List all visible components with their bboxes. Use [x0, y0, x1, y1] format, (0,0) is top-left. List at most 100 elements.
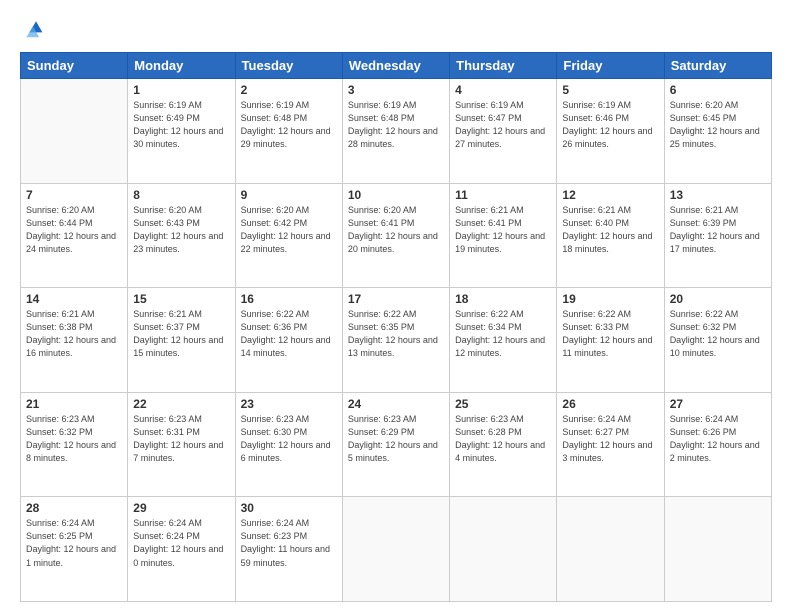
day-info: Sunrise: 6:23 AMSunset: 6:29 PMDaylight:… — [348, 413, 444, 465]
calendar-cell: 11Sunrise: 6:21 AMSunset: 6:41 PMDayligh… — [450, 183, 557, 288]
day-number: 11 — [455, 188, 551, 202]
day-info: Sunrise: 6:22 AMSunset: 6:35 PMDaylight:… — [348, 308, 444, 360]
day-info: Sunrise: 6:20 AMSunset: 6:43 PMDaylight:… — [133, 204, 229, 256]
day-number: 20 — [670, 292, 766, 306]
calendar-week-row: 14Sunrise: 6:21 AMSunset: 6:38 PMDayligh… — [21, 288, 772, 393]
calendar-cell: 15 Sunrise: 6:21 AMSunset: 6:37 PMDayligh… — [128, 288, 235, 393]
calendar-cell: 25 Sunrise: 6:23 AMSunset: 6:28 PMDayligh… — [450, 392, 557, 497]
calendar-cell: 24 Sunrise: 6:23 AMSunset: 6:29 PMDayligh… — [342, 392, 449, 497]
day-number: 7 — [26, 188, 122, 202]
calendar-cell: 29 Sunrise: 6:24 AMSunset: 6:24 PMDayligh… — [128, 497, 235, 602]
day-info: Sunrise: 6:20 AMSunset: 6:45 PMDaylight:… — [670, 99, 766, 151]
day-info: Sunrise: 6:19 AMSunset: 6:47 PMDaylight:… — [455, 99, 551, 151]
day-info: Sunrise: 6:24 AMSunset: 6:27 PMDaylight:… — [562, 413, 658, 465]
day-number: 14 — [26, 292, 122, 306]
day-number: 2 — [241, 83, 337, 97]
calendar-cell: 27 Sunrise: 6:24 AMSunset: 6:26 PMDayligh… — [664, 392, 771, 497]
calendar-cell: 18 Sunrise: 6:22 AMSunset: 6:34 PMDayligh… — [450, 288, 557, 393]
day-number: 3 — [348, 83, 444, 97]
weekday-header-wednesday: Wednesday — [342, 53, 449, 79]
day-number: 25 — [455, 397, 551, 411]
calendar-cell: 22 Sunrise: 6:23 AMSunset: 6:31 PMDayligh… — [128, 392, 235, 497]
day-number: 10 — [348, 188, 444, 202]
calendar-cell: 4 Sunrise: 6:19 AMSunset: 6:47 PMDaylight… — [450, 79, 557, 184]
calendar-table: SundayMondayTuesdayWednesdayThursdayFrid… — [20, 52, 772, 602]
day-number: 4 — [455, 83, 551, 97]
calendar-cell — [21, 79, 128, 184]
day-number: 6 — [670, 83, 766, 97]
day-number: 16 — [241, 292, 337, 306]
calendar-cell: 19 Sunrise: 6:22 AMSunset: 6:33 PMDayligh… — [557, 288, 664, 393]
weekday-header-tuesday: Tuesday — [235, 53, 342, 79]
calendar-cell: 16 Sunrise: 6:22 AMSunset: 6:36 PMDayligh… — [235, 288, 342, 393]
calendar-cell: 23 Sunrise: 6:23 AMSunset: 6:30 PMDayligh… — [235, 392, 342, 497]
day-info: Sunrise: 6:23 AMSunset: 6:32 PMDaylight:… — [26, 413, 122, 465]
logo-icon — [20, 18, 44, 42]
day-number: 22 — [133, 397, 229, 411]
weekday-header-row: SundayMondayTuesdayWednesdayThursdayFrid… — [21, 53, 772, 79]
calendar-cell: 21Sunrise: 6:23 AMSunset: 6:32 PMDayligh… — [21, 392, 128, 497]
day-info: Sunrise: 6:23 AMSunset: 6:30 PMDaylight:… — [241, 413, 337, 465]
day-info: Sunrise: 6:24 AMSunset: 6:26 PMDaylight:… — [670, 413, 766, 465]
calendar-cell: 13 Sunrise: 6:21 AMSunset: 6:39 PMDayligh… — [664, 183, 771, 288]
day-number: 19 — [562, 292, 658, 306]
day-number: 27 — [670, 397, 766, 411]
calendar-cell: 26 Sunrise: 6:24 AMSunset: 6:27 PMDayligh… — [557, 392, 664, 497]
day-number: 5 — [562, 83, 658, 97]
calendar-week-row: 1 Sunrise: 6:19 AMSunset: 6:49 PMDaylight… — [21, 79, 772, 184]
day-info: Sunrise: 6:19 AMSunset: 6:46 PMDaylight:… — [562, 99, 658, 151]
calendar-week-row: 21Sunrise: 6:23 AMSunset: 6:32 PMDayligh… — [21, 392, 772, 497]
day-info: Sunrise: 6:21 AMSunset: 6:39 PMDaylight:… — [670, 204, 766, 256]
day-info: Sunrise: 6:20 AMSunset: 6:44 PMDaylight:… — [26, 204, 122, 256]
day-number: 30 — [241, 501, 337, 515]
weekday-header-saturday: Saturday — [664, 53, 771, 79]
day-info: Sunrise: 6:19 AMSunset: 6:49 PMDaylight:… — [133, 99, 229, 151]
weekday-header-thursday: Thursday — [450, 53, 557, 79]
day-number: 12 — [562, 188, 658, 202]
day-number: 18 — [455, 292, 551, 306]
day-number: 17 — [348, 292, 444, 306]
day-info: Sunrise: 6:21 AMSunset: 6:40 PMDaylight:… — [562, 204, 658, 256]
day-number: 24 — [348, 397, 444, 411]
calendar-cell: 3Sunrise: 6:19 AMSunset: 6:48 PMDaylight… — [342, 79, 449, 184]
header — [20, 18, 772, 42]
day-info: Sunrise: 6:22 AMSunset: 6:36 PMDaylight:… — [241, 308, 337, 360]
day-info: Sunrise: 6:19 AMSunset: 6:48 PMDaylight:… — [241, 99, 337, 151]
day-info: Sunrise: 6:22 AMSunset: 6:32 PMDaylight:… — [670, 308, 766, 360]
page: SundayMondayTuesdayWednesdayThursdayFrid… — [0, 0, 792, 612]
day-info: Sunrise: 6:24 AMSunset: 6:23 PMDaylight:… — [241, 517, 337, 569]
day-info: Sunrise: 6:24 AMSunset: 6:24 PMDaylight:… — [133, 517, 229, 569]
day-number: 23 — [241, 397, 337, 411]
logo — [20, 18, 48, 42]
calendar-cell: 10Sunrise: 6:20 AMSunset: 6:41 PMDayligh… — [342, 183, 449, 288]
calendar-cell: 12 Sunrise: 6:21 AMSunset: 6:40 PMDayligh… — [557, 183, 664, 288]
calendar-cell: 30 Sunrise: 6:24 AMSunset: 6:23 PMDayligh… — [235, 497, 342, 602]
calendar-cell — [664, 497, 771, 602]
calendar-week-row: 7 Sunrise: 6:20 AMSunset: 6:44 PMDaylight… — [21, 183, 772, 288]
calendar-cell — [557, 497, 664, 602]
calendar-cell: 1 Sunrise: 6:19 AMSunset: 6:49 PMDaylight… — [128, 79, 235, 184]
day-number: 9 — [241, 188, 337, 202]
calendar-cell — [342, 497, 449, 602]
calendar-cell: 17 Sunrise: 6:22 AMSunset: 6:35 PMDayligh… — [342, 288, 449, 393]
day-number: 29 — [133, 501, 229, 515]
day-number: 28 — [26, 501, 122, 515]
calendar-cell: 28 Sunrise: 6:24 AMSunset: 6:25 PMDayligh… — [21, 497, 128, 602]
weekday-header-sunday: Sunday — [21, 53, 128, 79]
day-info: Sunrise: 6:20 AMSunset: 6:42 PMDaylight:… — [241, 204, 337, 256]
day-number: 13 — [670, 188, 766, 202]
calendar-cell: 8Sunrise: 6:20 AMSunset: 6:43 PMDaylight… — [128, 183, 235, 288]
day-number: 1 — [133, 83, 229, 97]
calendar-cell: 14Sunrise: 6:21 AMSunset: 6:38 PMDayligh… — [21, 288, 128, 393]
day-info: Sunrise: 6:22 AMSunset: 6:33 PMDaylight:… — [562, 308, 658, 360]
calendar-week-row: 28 Sunrise: 6:24 AMSunset: 6:25 PMDayligh… — [21, 497, 772, 602]
day-info: Sunrise: 6:22 AMSunset: 6:34 PMDaylight:… — [455, 308, 551, 360]
day-info: Sunrise: 6:21 AMSunset: 6:37 PMDaylight:… — [133, 308, 229, 360]
day-number: 26 — [562, 397, 658, 411]
day-info: Sunrise: 6:24 AMSunset: 6:25 PMDaylight:… — [26, 517, 122, 569]
day-info: Sunrise: 6:23 AMSunset: 6:28 PMDaylight:… — [455, 413, 551, 465]
calendar-cell: 6 Sunrise: 6:20 AMSunset: 6:45 PMDaylight… — [664, 79, 771, 184]
calendar-cell: 2 Sunrise: 6:19 AMSunset: 6:48 PMDaylight… — [235, 79, 342, 184]
day-number: 15 — [133, 292, 229, 306]
day-info: Sunrise: 6:23 AMSunset: 6:31 PMDaylight:… — [133, 413, 229, 465]
